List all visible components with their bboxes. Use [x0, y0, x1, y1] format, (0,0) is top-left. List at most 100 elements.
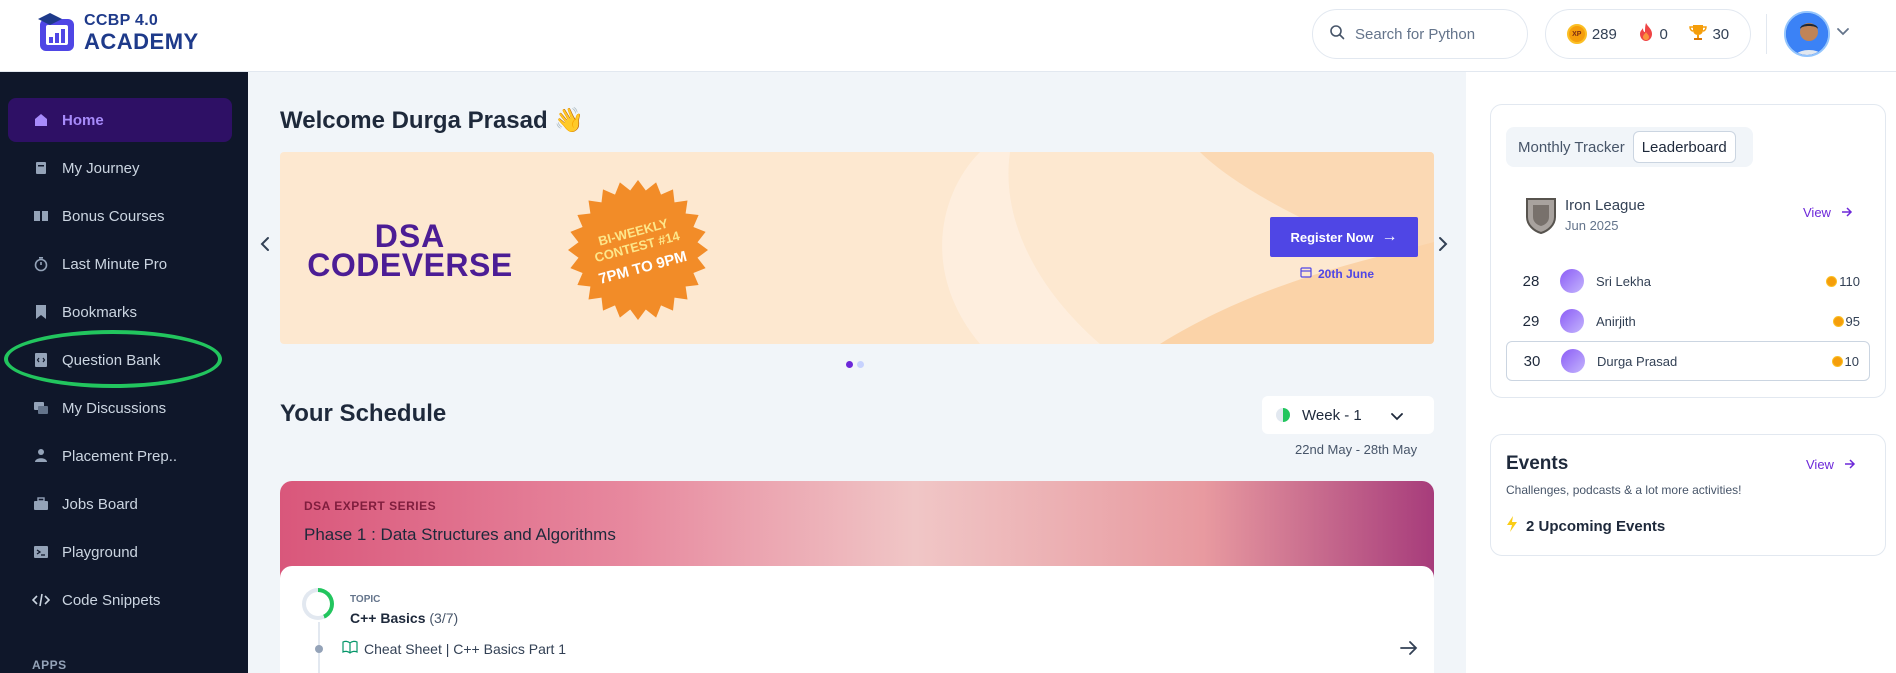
lb-rank: 28	[1522, 272, 1540, 290]
arrow-right-icon[interactable]	[1400, 640, 1418, 661]
lb-coins-value: 10	[1844, 353, 1859, 369]
book-open-icon	[342, 640, 358, 657]
xp-stat[interactable]: XP 289	[1566, 24, 1617, 44]
sidebar-item-last-minute-pro[interactable]: Last Minute Pro	[8, 242, 232, 286]
coin-icon	[1826, 275, 1838, 287]
topic-progress-ring	[302, 588, 334, 620]
trophy-value: 30	[1712, 25, 1730, 43]
right-panel: Monthly Tracker Leaderboard Iron League …	[1466, 72, 1896, 673]
promo-banner[interactable]: DSA CODEVERSE BI-WEEKLY CONTEST #14 7PM …	[280, 152, 1434, 344]
avatar	[1560, 309, 1584, 333]
search-input[interactable]	[1355, 25, 1515, 43]
sidebar-item-label: Last Minute Pro	[62, 255, 168, 273]
events-view-link[interactable]: View	[1806, 457, 1856, 472]
journey-icon	[32, 159, 50, 177]
league-date: Jun 2025	[1565, 218, 1619, 233]
lb-name: Sri Lekha	[1596, 273, 1651, 289]
coin-icon	[1831, 355, 1843, 367]
topic-name-text: C++ Basics	[350, 610, 426, 626]
top-header: CCBP 4.0 ACADEMY XP 289 0 30	[0, 0, 1896, 72]
lightning-icon	[1506, 515, 1518, 537]
sidebar-item-playground[interactable]: Playground	[8, 530, 232, 574]
banner-title-line2: CODEVERSE	[307, 247, 513, 283]
stopwatch-icon	[32, 255, 50, 273]
arrow-right-icon	[1841, 205, 1853, 220]
week-progress-icon	[1276, 408, 1290, 422]
view-label: View	[1803, 205, 1831, 220]
ccbp-logo[interactable]: CCBP 4.0 ACADEMY	[36, 11, 199, 55]
sidebar-item-my-discussions[interactable]: My Discussions	[8, 386, 232, 430]
sidebar-item-code-snippets[interactable]: Code Snippets	[8, 578, 232, 622]
lb-coins: 95	[1832, 313, 1860, 329]
cheat-sheet-item[interactable]: Cheat Sheet | C++ Basics Part 1	[342, 640, 566, 657]
sidebar: Home My Journey Bonus Courses Last Minut…	[0, 72, 248, 673]
sidebar-item-question-bank[interactable]: Question Bank	[8, 338, 232, 382]
trophy-stat[interactable]: 30	[1689, 23, 1729, 45]
schedule-title: Your Schedule	[280, 400, 447, 427]
upcoming-events[interactable]: 2 Upcoming Events	[1506, 515, 1665, 537]
register-label: Register Now	[1290, 229, 1374, 245]
sidebar-item-my-journey[interactable]: My Journey	[8, 146, 232, 190]
tab-leaderboard[interactable]: Leaderboard	[1632, 131, 1736, 163]
carousel-dot[interactable]	[857, 361, 864, 368]
lb-name: Anirjith	[1596, 313, 1636, 329]
sidebar-item-label: Playground	[62, 543, 138, 561]
chat-icon	[32, 399, 50, 417]
banner-title: DSA CODEVERSE	[295, 218, 525, 283]
arrow-right-icon: →	[1381, 228, 1398, 245]
sidebar-item-bonus-courses[interactable]: Bonus Courses	[8, 194, 232, 238]
tracker-tabs: Monthly Tracker Leaderboard	[1506, 127, 1753, 167]
lb-coins-value: 95	[1845, 313, 1860, 329]
sidebar-item-home[interactable]: Home	[8, 98, 232, 142]
sidebar-item-label: Jobs Board	[62, 495, 138, 513]
banner-title-line1: DSA	[374, 218, 446, 254]
academy-logo-icon	[36, 11, 80, 55]
banner-date-text: 20th June	[1318, 266, 1375, 281]
topic-label: TOPIC	[350, 594, 381, 605]
sidebar-item-jobs-board[interactable]: Jobs Board	[8, 482, 232, 526]
stats-bar[interactable]: XP 289 0 30	[1545, 9, 1751, 59]
week-label: Week - 1	[1302, 406, 1362, 424]
leaderboard-row[interactable]: 28 Sri Lekha 110	[1506, 261, 1870, 301]
carousel-prev-icon[interactable]	[260, 236, 270, 257]
search-icon	[1329, 24, 1345, 45]
bookmark-icon	[32, 303, 50, 321]
sidebar-item-label: Bookmarks	[62, 303, 138, 321]
brand-line2: ACADEMY	[84, 29, 199, 54]
topic-card[interactable]: TOPIC C++ Basics (3/7) Cheat Sheet | C++…	[280, 566, 1434, 673]
main-content: Welcome Durga Prasad 👋 DSA CODEVERSE BI-…	[248, 72, 1466, 673]
leaderboard-row[interactable]: 29 Anirjith 95	[1506, 301, 1870, 341]
sidebar-item-label: Home	[62, 111, 104, 129]
leaderboard-row-current-user[interactable]: 30 Durga Prasad 10	[1506, 341, 1870, 381]
lb-rank: 30	[1523, 352, 1541, 370]
search-box[interactable]	[1312, 9, 1528, 59]
topic-name: C++ Basics (3/7)	[350, 610, 458, 626]
register-now-button[interactable]: Register Now →	[1270, 217, 1418, 257]
series-tag: DSA EXPERT SERIES	[304, 499, 437, 513]
arrow-right-icon	[1844, 457, 1856, 472]
cheat-sheet-label: Cheat Sheet | C++ Basics Part 1	[364, 640, 567, 657]
sidebar-item-label: Bonus Courses	[62, 207, 165, 225]
streak-stat[interactable]: 0	[1638, 22, 1668, 46]
league-view-link[interactable]: View	[1803, 205, 1853, 220]
sidebar-item-bookmarks[interactable]: Bookmarks	[8, 290, 232, 334]
calendar-icon	[1300, 266, 1312, 281]
brand-line1: CCBP 4.0	[84, 12, 159, 29]
carousel-dot[interactable]	[846, 361, 853, 368]
lb-coins-value: 110	[1839, 273, 1860, 289]
iron-league-shield-icon	[1526, 198, 1556, 235]
sidebar-item-placement-prep[interactable]: Placement Prep..	[8, 434, 232, 478]
user-avatar[interactable]	[1784, 11, 1830, 57]
sidebar-item-label: Placement Prep..	[62, 447, 178, 465]
header-divider	[1766, 14, 1767, 54]
terminal-icon	[32, 543, 50, 561]
welcome-text: Welcome Durga Prasad	[280, 107, 548, 134]
sidebar-item-label: My Journey	[62, 159, 140, 177]
series-title: Phase 1 : Data Structures and Algorithms	[304, 525, 616, 544]
profile-chevron-down-icon[interactable]	[1836, 24, 1850, 42]
tracker-card: Monthly Tracker Leaderboard Iron League …	[1490, 104, 1886, 398]
xp-coin-icon: XP	[1566, 24, 1587, 44]
carousel-next-icon[interactable]	[1438, 236, 1448, 257]
tab-monthly-tracker[interactable]: Monthly Tracker	[1510, 131, 1633, 163]
week-selector[interactable]: Week - 1	[1262, 396, 1434, 434]
